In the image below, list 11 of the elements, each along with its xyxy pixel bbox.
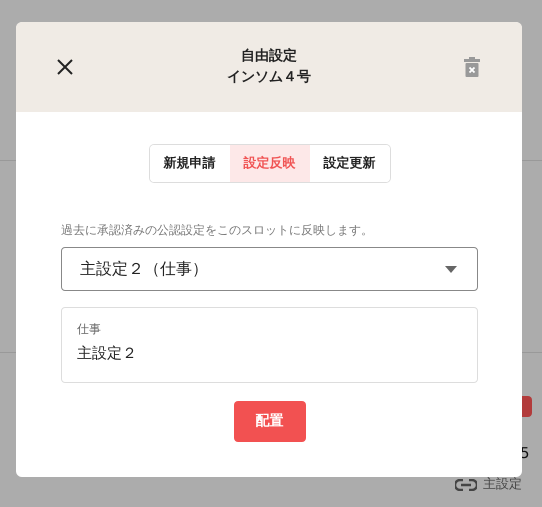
- close-icon[interactable]: [56, 58, 74, 76]
- dialog-subtitle: インソム４号: [227, 68, 311, 87]
- setting-select[interactable]: 主設定２（仕事）: [61, 247, 478, 291]
- caret-icon: [445, 266, 457, 272]
- link-label[interactable]: 主設定: [483, 475, 522, 494]
- description-text: 過去に承認済みの公認設定をこのスロットに反映します。: [61, 222, 374, 239]
- dialog-title: 自由設定: [240, 46, 298, 66]
- preview-value: 主設定２: [77, 343, 138, 364]
- trash-icon[interactable]: [464, 57, 480, 77]
- link-icon: [455, 478, 477, 491]
- preview-label: 仕事: [77, 321, 102, 338]
